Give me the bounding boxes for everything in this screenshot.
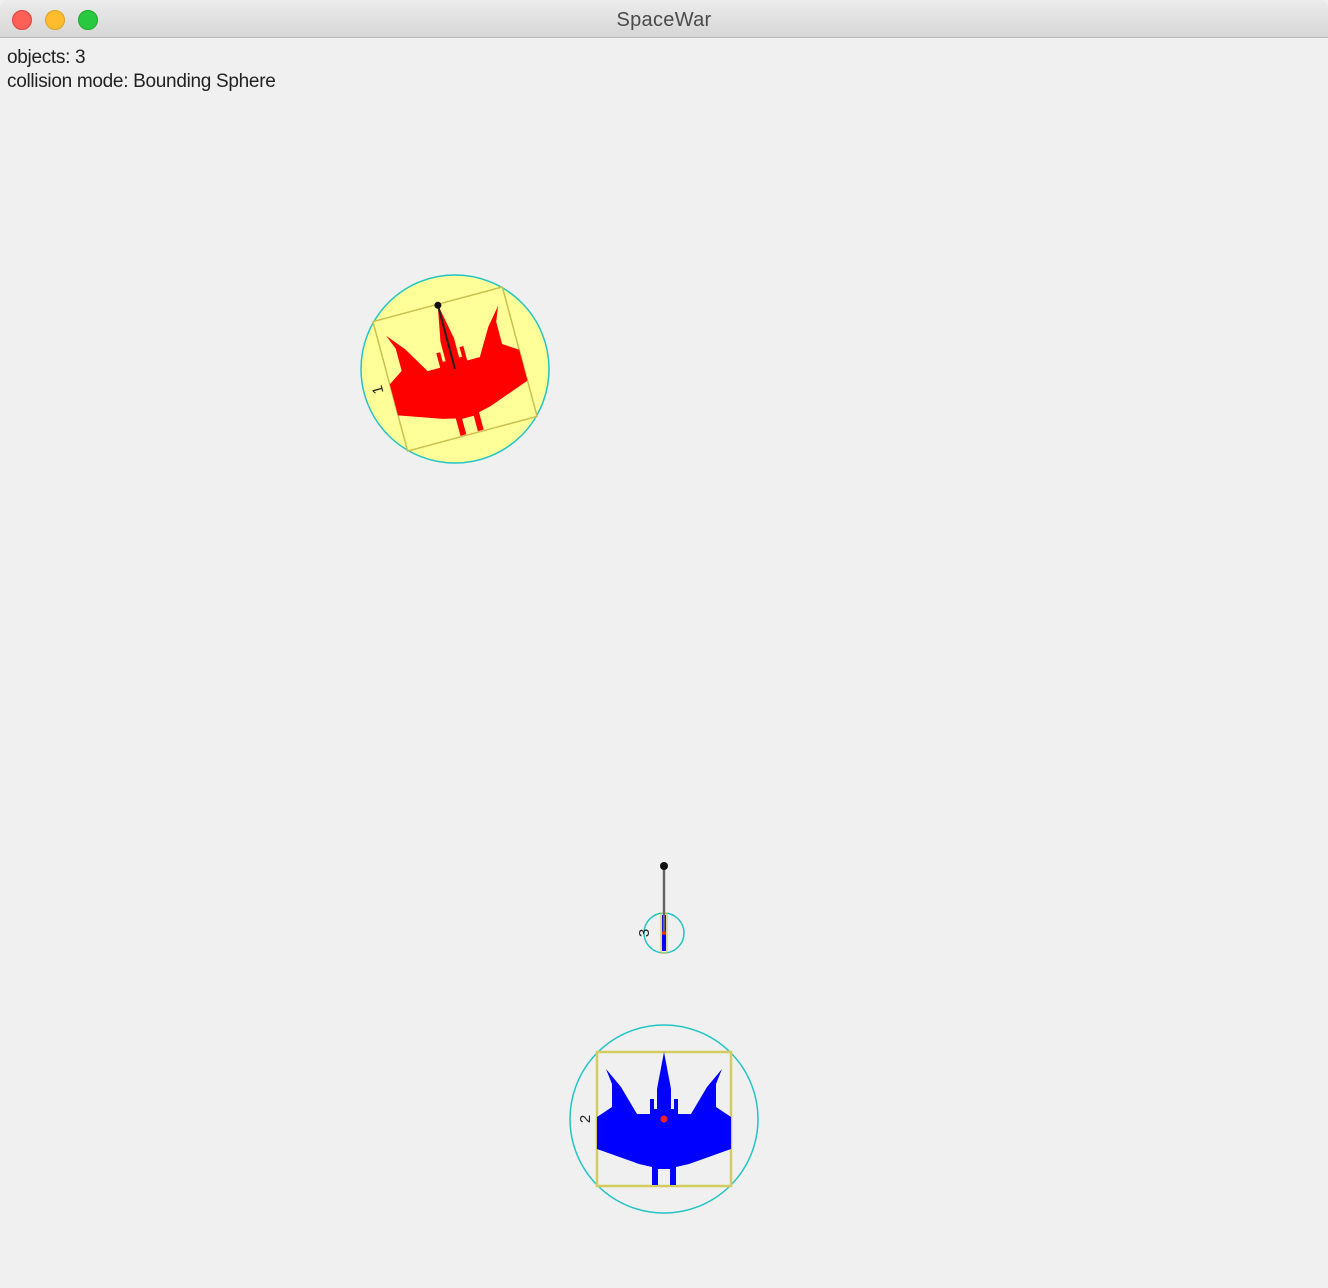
window-title: SpaceWar xyxy=(616,9,712,31)
game-scene: 1 3 2 xyxy=(352,274,759,1214)
game-canvas[interactable]: objects: 3 collision mode: Bounding Sphe… xyxy=(0,39,1328,1288)
title-bar[interactable]: SpaceWar xyxy=(0,0,1328,38)
ship-2-id-label: 2 xyxy=(577,1115,594,1123)
spacewar-window: SpaceWar objects: 3 collision mode: Boun… xyxy=(0,0,1328,1288)
projectile-3[interactable]: 3 xyxy=(636,862,685,954)
ship-2[interactable]: 2 xyxy=(569,1024,759,1214)
ship-1[interactable]: 1 xyxy=(352,274,550,464)
projectile-3-center-dot xyxy=(662,931,666,935)
projectile-3-heading-dot xyxy=(660,862,668,870)
ship-2-center-dot xyxy=(660,1115,668,1123)
projectile-3-id-label: 3 xyxy=(636,929,653,937)
